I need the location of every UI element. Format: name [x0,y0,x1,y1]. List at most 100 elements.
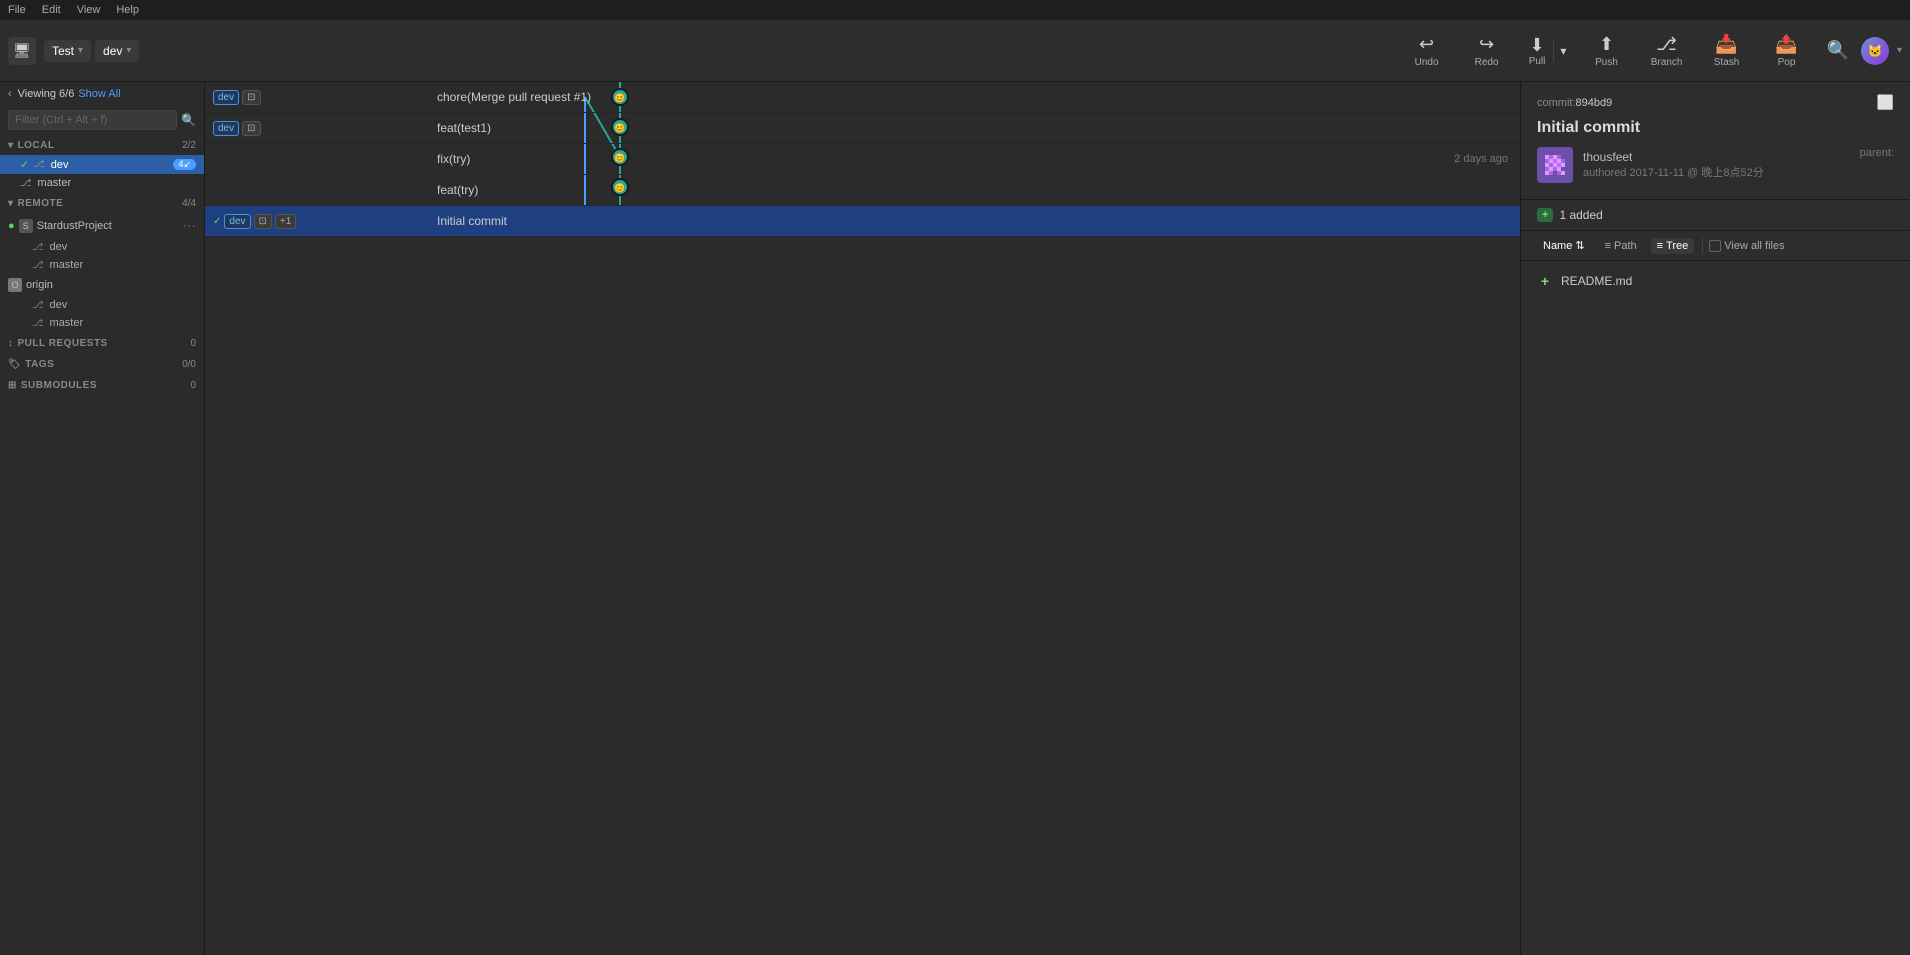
author-row: thousfeet authored 2017-11-11 @ 晚上8点52分 … [1537,147,1894,183]
files-count: + 1 added [1537,208,1894,222]
commit-message: fix(try) [425,152,1454,166]
graph-cell: dev ⊡ [205,113,425,143]
pull-icon: ⬇ [1529,35,1544,56]
sort-name-button[interactable]: Name ⇅ [1537,237,1591,254]
file-list: + README.md [1521,261,1910,301]
back-arrow-icon[interactable]: ‹ [8,88,12,100]
pull-dropdown-arrow[interactable]: ▾ [1553,40,1572,62]
commit-row[interactable]: dev ⊡ feat(test1) [205,113,1520,144]
commit-row[interactable]: ✓ dev ⊡ +1 Initial commit [205,206,1520,237]
bookmark-tag: ⊡ [242,90,260,105]
commit-row[interactable]: feat(try) [205,175,1520,206]
author-avatar [1537,147,1573,183]
commit-rows: dev ⊡ chore(Merge pull request #1) dev ⊡… [205,82,1520,237]
pull-label: Pull [1529,56,1546,67]
branch-icon: ⎇ [32,318,44,329]
undo-label: Undo [1415,57,1439,68]
local-master-branch: master [38,177,196,189]
expand-icon[interactable]: ⬜ [1877,94,1894,111]
remote-section-header[interactable]: ▾ REMOTE 4/4 [0,192,204,213]
commit-message: feat(test1) [425,121,1508,135]
avatar-chevron-icon[interactable]: ▾ [1897,45,1902,56]
origin-dev-branch[interactable]: ⎇ dev [0,296,204,314]
filter-search-icon[interactable]: 🔍 [181,113,196,127]
origin-group-header[interactable]: O origin [0,274,204,296]
pull-button[interactable]: ⬇ Pull ▾ [1519,31,1575,71]
dev-badge: 4↙ [173,159,196,170]
menu-help[interactable]: Help [116,4,139,16]
view-all-files-button[interactable]: View all files [1702,238,1790,254]
filter-row: 🔍 [0,106,204,134]
graph-cell [205,175,425,205]
commit-title: Initial commit [1537,119,1894,137]
author-info: thousfeet authored 2017-11-11 @ 晚上8点52分 [1583,150,1764,180]
sort-name-label: Name [1543,240,1572,252]
submodules-count: 0 [190,380,196,391]
sidebar-item-dev[interactable]: ✓ ⎇ dev 4↙ [0,155,204,174]
app-icon: 🖥 [8,37,36,65]
menu-file[interactable]: File [8,4,26,16]
stardust-group-header[interactable]: ● S StardustProject ⋯ [0,213,204,238]
push-button[interactable]: ⬆ Push [1579,30,1635,72]
commit-hash-value: 894bd9 [1576,97,1613,109]
origin-group-name: origin [26,279,53,291]
commit-time: 2 days ago [1454,153,1520,165]
repo-selector[interactable]: Test ▾ [44,40,91,62]
sidebar-item-master[interactable]: ⎇ master [0,174,204,192]
push-label: Push [1595,57,1618,68]
submodules-title: ⊞ SUBMODULES [8,380,97,391]
stardust-dev-branch[interactable]: ⎇ dev [0,238,204,256]
check-icon: ✓ [20,158,29,171]
toolbar-actions: ↩ Undo ↪ Redo ⬇ Pull ▾ ⬆ Push ⎇ Branch 📥 [1399,30,1815,72]
commit-row[interactable]: fix(try) 2 days ago [205,144,1520,175]
graph-cell: ✓ dev ⊡ +1 [205,206,425,236]
search-icon[interactable]: 🔍 [1823,36,1853,65]
view-all-checkbox[interactable] [1709,240,1721,252]
origin-master-branch[interactable]: ⎇ master [0,314,204,332]
undo-button[interactable]: ↩ Undo [1399,30,1455,72]
path-label: Path [1614,240,1637,252]
list-item[interactable]: + README.md [1521,269,1910,293]
menu-edit[interactable]: Edit [42,4,61,16]
stash-button[interactable]: 📥 Stash [1699,30,1755,72]
submodule-icon: ⊞ [8,380,17,391]
menu-view[interactable]: View [77,4,101,16]
dev-tag: dev [224,214,250,229]
branch-button[interactable]: ⎇ Branch [1639,30,1695,72]
commit-hash-row: commit: 894bd9 ⬜ [1537,94,1894,111]
file-status-icon: + [1537,273,1553,289]
stash-label: Stash [1714,57,1740,68]
tags-section-header[interactable]: 🏷 TAGS 0/0 [0,353,204,374]
commit-row[interactable]: dev ⊡ chore(Merge pull request #1) [205,82,1520,113]
filter-input[interactable] [8,110,177,130]
branch-icon: ⎇ [1656,34,1677,55]
add-badge: + [1537,208,1553,222]
remote-section-count: 4/4 [182,198,196,209]
branch-selector[interactable]: dev ▾ [95,40,139,62]
stardust-master-branch[interactable]: ⎇ master [0,256,204,274]
stash-icon: 📥 [1715,34,1737,55]
view-tree-button[interactable]: ≡ Tree [1651,238,1695,254]
commit-area[interactable]: 😊 😊 😊 😊 😊 dev ⊡ [205,82,1520,955]
submodules-section-header[interactable]: ⊞ SUBMODULES 0 [0,374,204,395]
pull-requests-section-header[interactable]: ↕ PULL REQUESTS 0 [0,332,204,353]
files-count-label: 1 added [1559,208,1602,222]
tree-label: Tree [1666,240,1688,252]
pop-icon: 📤 [1775,34,1797,55]
title-bar: 🖥 Test ▾ dev ▾ ↩ Undo ↪ Redo ⬇ Pull ▾ [0,20,1910,82]
stardust-project-name: StardustProject [37,220,112,232]
view-path-button[interactable]: ≡ Path [1599,238,1643,254]
avatar[interactable]: 🐱 [1861,37,1889,65]
show-all-button[interactable]: Show All [78,88,120,100]
repo-name: Test [52,44,74,58]
plus-one-tag: +1 [275,214,296,229]
stardust-more-icon[interactable]: ⋯ [182,217,196,234]
right-panel-header: commit: 894bd9 ⬜ Initial commit [1521,82,1910,200]
commit-message: feat(try) [425,183,1508,197]
redo-button[interactable]: ↪ Redo [1459,30,1515,72]
local-section-header[interactable]: ▾ LOCAL 2/2 [0,134,204,155]
bookmark-tag: ⊡ [242,121,260,136]
undo-icon: ↩ [1419,34,1434,55]
pop-button[interactable]: 📤 Pop [1759,30,1815,72]
branch-name: dev [103,44,122,58]
